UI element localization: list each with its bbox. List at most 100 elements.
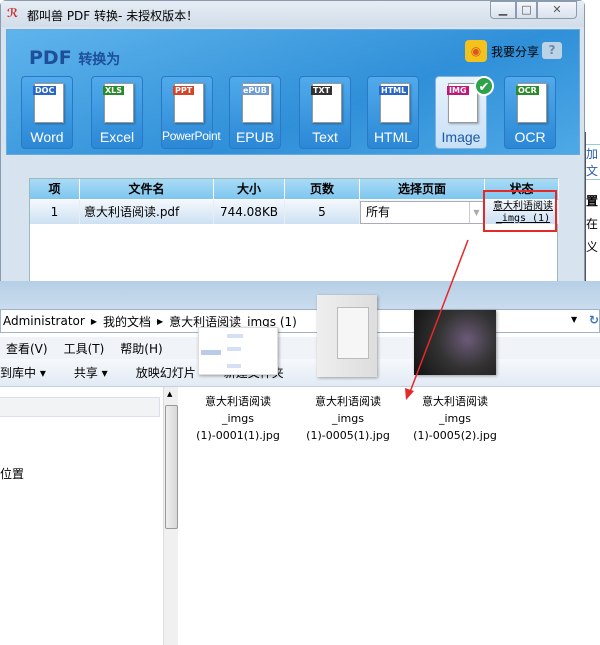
format-label: Excel: [99, 129, 135, 145]
file-name: 意大利语阅读: [205, 395, 271, 408]
bg-text: 在: [586, 217, 599, 231]
row-size: 744.08KB: [214, 200, 285, 224]
photo-thumbnail: [414, 310, 496, 375]
weibo-icon: ◉: [465, 40, 487, 62]
nav-item-locations[interactable]: 位置: [0, 465, 24, 482]
maximize-button[interactable]: □: [516, 1, 537, 19]
chevron-down-icon[interactable]: ▼: [571, 315, 577, 324]
menu-bar: 查看(V) 工具(T) 帮助(H): [0, 337, 600, 359]
html-file-icon: HTML: [379, 83, 410, 123]
chevron-right-icon[interactable]: ▶: [157, 317, 163, 326]
file-item[interactable]: 意大利语阅读 _imgs (1)-0005(2).jpg: [400, 310, 510, 444]
panel-heading: PDF 转换为: [29, 47, 120, 69]
format-tag: DOC: [33, 86, 57, 95]
col-page-select[interactable]: 选择页面: [360, 179, 485, 199]
row-filename: 意大利语阅读.pdf: [80, 200, 214, 224]
format-button-powerpoint[interactable]: PPT PowerPoint: [161, 76, 221, 149]
menu-help[interactable]: 帮助(H): [120, 340, 162, 357]
address-bar[interactable]: Administrator ▶ 我的文档 ▶ 意大利语阅读_imgs (1) ▼ ↻: [0, 309, 600, 333]
heading-convert-to: 转换为: [78, 52, 121, 68]
nav-scrollbar[interactable]: ▲: [163, 387, 178, 645]
format-tag: ePUB: [241, 86, 269, 95]
file-name: _imgs: [222, 412, 254, 425]
format-label: Word: [30, 129, 64, 145]
epub-file-icon: ePUB: [241, 83, 272, 123]
page-select-dropdown[interactable]: 所有 ▼: [360, 201, 484, 224]
nav-header: [0, 397, 160, 417]
file-item[interactable]: 意大利语阅读 _imgs (1)-0001(1).jpg: [183, 327, 293, 444]
col-pages[interactable]: 页数: [285, 179, 360, 199]
word-file-icon: DOC: [33, 83, 64, 123]
document-thumbnail: [317, 295, 377, 377]
window-title: 都叫兽 PDF 转换- 未授权版本！: [27, 9, 199, 23]
row-index: 1: [30, 200, 80, 224]
format-label: OCR: [514, 129, 546, 145]
format-tag: OCR: [516, 86, 539, 95]
page-select-value: 所有: [366, 205, 391, 219]
mindmap-thumbnail: [198, 327, 278, 375]
text-file-icon: TXT: [311, 83, 342, 123]
format-tag: PPT: [173, 86, 195, 95]
row-pages: 5: [285, 200, 360, 224]
format-tag: XLS: [103, 86, 125, 95]
format-tag: IMG: [447, 86, 469, 95]
bg-text: 义: [586, 240, 599, 254]
format-label: Text: [312, 129, 338, 145]
format-label: HTML: [373, 129, 413, 145]
format-button-image[interactable]: IMG ✔ Image: [435, 76, 494, 149]
include-in-library-button[interactable]: 到库中 ▾: [0, 364, 46, 381]
file-name: _imgs: [332, 412, 364, 425]
col-size[interactable]: 大小: [214, 179, 285, 199]
explorer-window: Administrator ▶ 我的文档 ▶ 意大利语阅读_imgs (1) ▼ ↻…: [0, 281, 600, 645]
bg-text: 置: [586, 194, 599, 208]
help-button[interactable]: ?: [542, 42, 562, 59]
file-name: (1)-0001(1).jpg: [196, 429, 280, 442]
excel-file-icon: XLS: [103, 83, 134, 123]
refresh-icon[interactable]: ↻: [589, 313, 599, 327]
checkmark-icon: ✔: [474, 76, 494, 96]
format-label: EPUB: [235, 129, 275, 145]
breadcrumb-item[interactable]: 我的文档: [103, 313, 151, 330]
share-button[interactable]: ◉ 我要分享: [465, 40, 539, 62]
format-button-text[interactable]: TXT Text: [299, 76, 351, 149]
format-button-word[interactable]: DOC Word: [21, 76, 73, 149]
title-bar: ℛ 都叫兽 PDF 转换- 未授权版本！ ▁ □ ✕: [1, 1, 584, 27]
col-filename[interactable]: 文件名: [80, 179, 214, 199]
breadcrumb-item[interactable]: Administrator: [3, 314, 85, 328]
slideshow-button[interactable]: 放映幻灯片: [136, 364, 196, 381]
minimize-button[interactable]: ▁: [490, 1, 516, 19]
command-bar: 到库中 ▾ 共享 ▾ 放映幻灯片 新建文件夹: [0, 359, 600, 387]
file-name: 意大利语阅读: [422, 395, 488, 408]
menu-tools[interactable]: 工具(T): [64, 340, 105, 357]
file-name: _imgs: [439, 412, 471, 425]
share-label: 我要分享: [491, 44, 540, 59]
background-window: 加文 置 在 义: [585, 132, 600, 282]
format-button-excel[interactable]: XLS Excel: [91, 76, 143, 149]
col-index[interactable]: 项: [30, 179, 80, 199]
format-button-ocr[interactable]: OCR OCR: [504, 76, 556, 149]
chevron-down-icon[interactable]: ▼: [469, 202, 483, 223]
scroll-up-icon[interactable]: ▲: [167, 390, 172, 398]
bg-text: 加文: [586, 144, 600, 180]
chevron-right-icon[interactable]: ▶: [91, 317, 97, 326]
file-name: (1)-0005(1).jpg: [306, 429, 390, 442]
converter-window: ℛ 都叫兽 PDF 转换- 未授权版本！ ▁ □ ✕ PDF 转换为 ◉ 我要分享…: [0, 0, 585, 282]
close-button[interactable]: ✕: [537, 1, 577, 19]
menu-view[interactable]: 查看(V): [6, 340, 48, 357]
format-button-epub[interactable]: ePUB EPUB: [229, 76, 281, 149]
file-name: (1)-0005(2).jpg: [413, 429, 497, 442]
file-table: 项 文件名 大小 页数 选择页面 状态 1 意大利语阅读.pdf 744.08K…: [29, 178, 559, 282]
scrollbar-thumb[interactable]: [165, 405, 178, 529]
file-item[interactable]: 意大利语阅读 _imgs (1)-0005(1).jpg: [293, 295, 403, 444]
format-label: Image: [441, 129, 481, 145]
format-button-html[interactable]: HTML HTML: [367, 76, 419, 149]
heading-pdf: PDF: [29, 47, 72, 69]
app-logo-icon: ℛ: [7, 6, 19, 20]
format-panel: PDF 转换为 ◉ 我要分享 ? DOC Word XLS Excel PPT PowerP…: [6, 29, 580, 155]
powerpoint-file-icon: PPT: [173, 83, 204, 123]
share-with-button[interactable]: 共享 ▾: [74, 364, 108, 381]
explorer-titlebar: [0, 281, 600, 309]
navigation-pane: 位置: [0, 387, 163, 645]
format-tag: TXT: [311, 86, 333, 95]
format-tag: HTML: [379, 86, 409, 95]
